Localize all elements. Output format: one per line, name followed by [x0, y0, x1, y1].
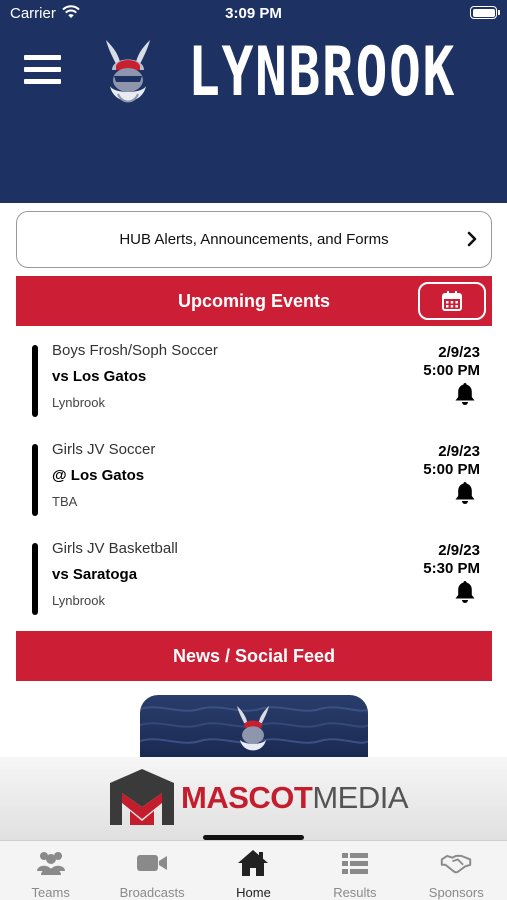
tab-bar: Teams Broadcasts Home Results Sponsors: [0, 840, 507, 900]
app-header: Carrier 3:09 PM LYNBROOK: [0, 0, 507, 203]
sponsor-name-part1: MASCOT: [181, 780, 313, 815]
tab-teams[interactable]: Teams: [0, 841, 101, 900]
event-sport: Girls JV Basketball: [52, 540, 178, 557]
battery-icon: [470, 6, 500, 19]
event-location: Lynbrook: [52, 395, 105, 410]
video-camera-icon: [137, 855, 168, 871]
hub-alerts-label: HUB Alerts, Announcements, and Forms: [119, 231, 389, 248]
event-item[interactable]: Girls JV Soccer @ Los Gatos TBA 2/9/23 5…: [30, 441, 492, 521]
event-date: 2/9/23: [438, 344, 480, 361]
tab-sponsors[interactable]: Sponsors: [406, 841, 507, 900]
tab-label: Sponsors: [428, 885, 484, 900]
calendar-icon: [442, 291, 462, 311]
home-icon: [238, 850, 269, 876]
upcoming-events-title: Upcoming Events: [177, 290, 331, 311]
tab-results[interactable]: Results: [304, 841, 405, 900]
event-divider: [32, 345, 38, 417]
event-sport: Girls JV Soccer: [52, 441, 156, 458]
calendar-button[interactable]: [418, 282, 486, 320]
tab-label: Broadcasts: [119, 885, 185, 900]
event-item[interactable]: Boys Frosh/Soph Soccer vs Los Gatos Lynb…: [30, 342, 492, 422]
hamburger-menu-icon[interactable]: [24, 55, 61, 85]
chevron-right-icon: [467, 231, 477, 247]
sponsor-name: MASCOTMEDIA: [181, 779, 409, 817]
event-location: Lynbrook: [52, 593, 105, 608]
clock: 3:09 PM: [225, 5, 282, 22]
bell-icon[interactable]: [454, 481, 476, 504]
news-feed-title: News / Social Feed: [172, 645, 336, 666]
event-divider: [32, 444, 38, 516]
tab-label: Home: [236, 885, 271, 900]
viking-mascot-icon: [236, 705, 270, 751]
event-time: 5:30 PM: [423, 560, 480, 577]
teams-icon: [36, 852, 65, 875]
event-opponent: @ Los Gatos: [52, 467, 145, 484]
tab-home[interactable]: Home: [203, 841, 304, 900]
viking-mascot-icon: [106, 40, 150, 103]
event-time: 5:00 PM: [423, 461, 480, 478]
tab-label: Teams: [31, 885, 70, 900]
bell-icon[interactable]: [454, 382, 476, 405]
tab-label: Results: [333, 885, 377, 900]
event-time: 5:00 PM: [423, 362, 480, 379]
news-post-card[interactable]: [140, 695, 368, 757]
sponsor-name-part2: MEDIA: [312, 780, 409, 815]
mascot-media-logo-icon: [110, 769, 174, 825]
event-opponent: vs Los Gatos: [52, 368, 147, 385]
event-divider: [32, 543, 38, 615]
event-item[interactable]: Girls JV Basketball vs Saratoga Lynbrook…: [30, 540, 492, 620]
event-location: TBA: [52, 494, 78, 509]
handshake-icon: [441, 854, 472, 874]
sponsor-banner[interactable]: MASCOTMEDIA: [0, 757, 507, 840]
event-date: 2/9/23: [438, 542, 480, 559]
event-date: 2/9/23: [438, 443, 480, 460]
bell-icon[interactable]: [454, 580, 476, 603]
upcoming-events-header: Upcoming Events: [16, 276, 492, 326]
hub-alerts-button[interactable]: HUB Alerts, Announcements, and Forms: [16, 211, 492, 268]
brand-title: LYNBROOK: [188, 33, 456, 112]
news-feed-header: News / Social Feed: [16, 631, 492, 681]
status-bar: Carrier 3:09 PM: [0, 0, 507, 30]
list-icon: [341, 853, 368, 874]
tab-broadcasts[interactable]: Broadcasts: [101, 841, 202, 900]
event-opponent: vs Saratoga: [52, 566, 138, 583]
event-sport: Boys Frosh/Soph Soccer: [52, 342, 218, 359]
